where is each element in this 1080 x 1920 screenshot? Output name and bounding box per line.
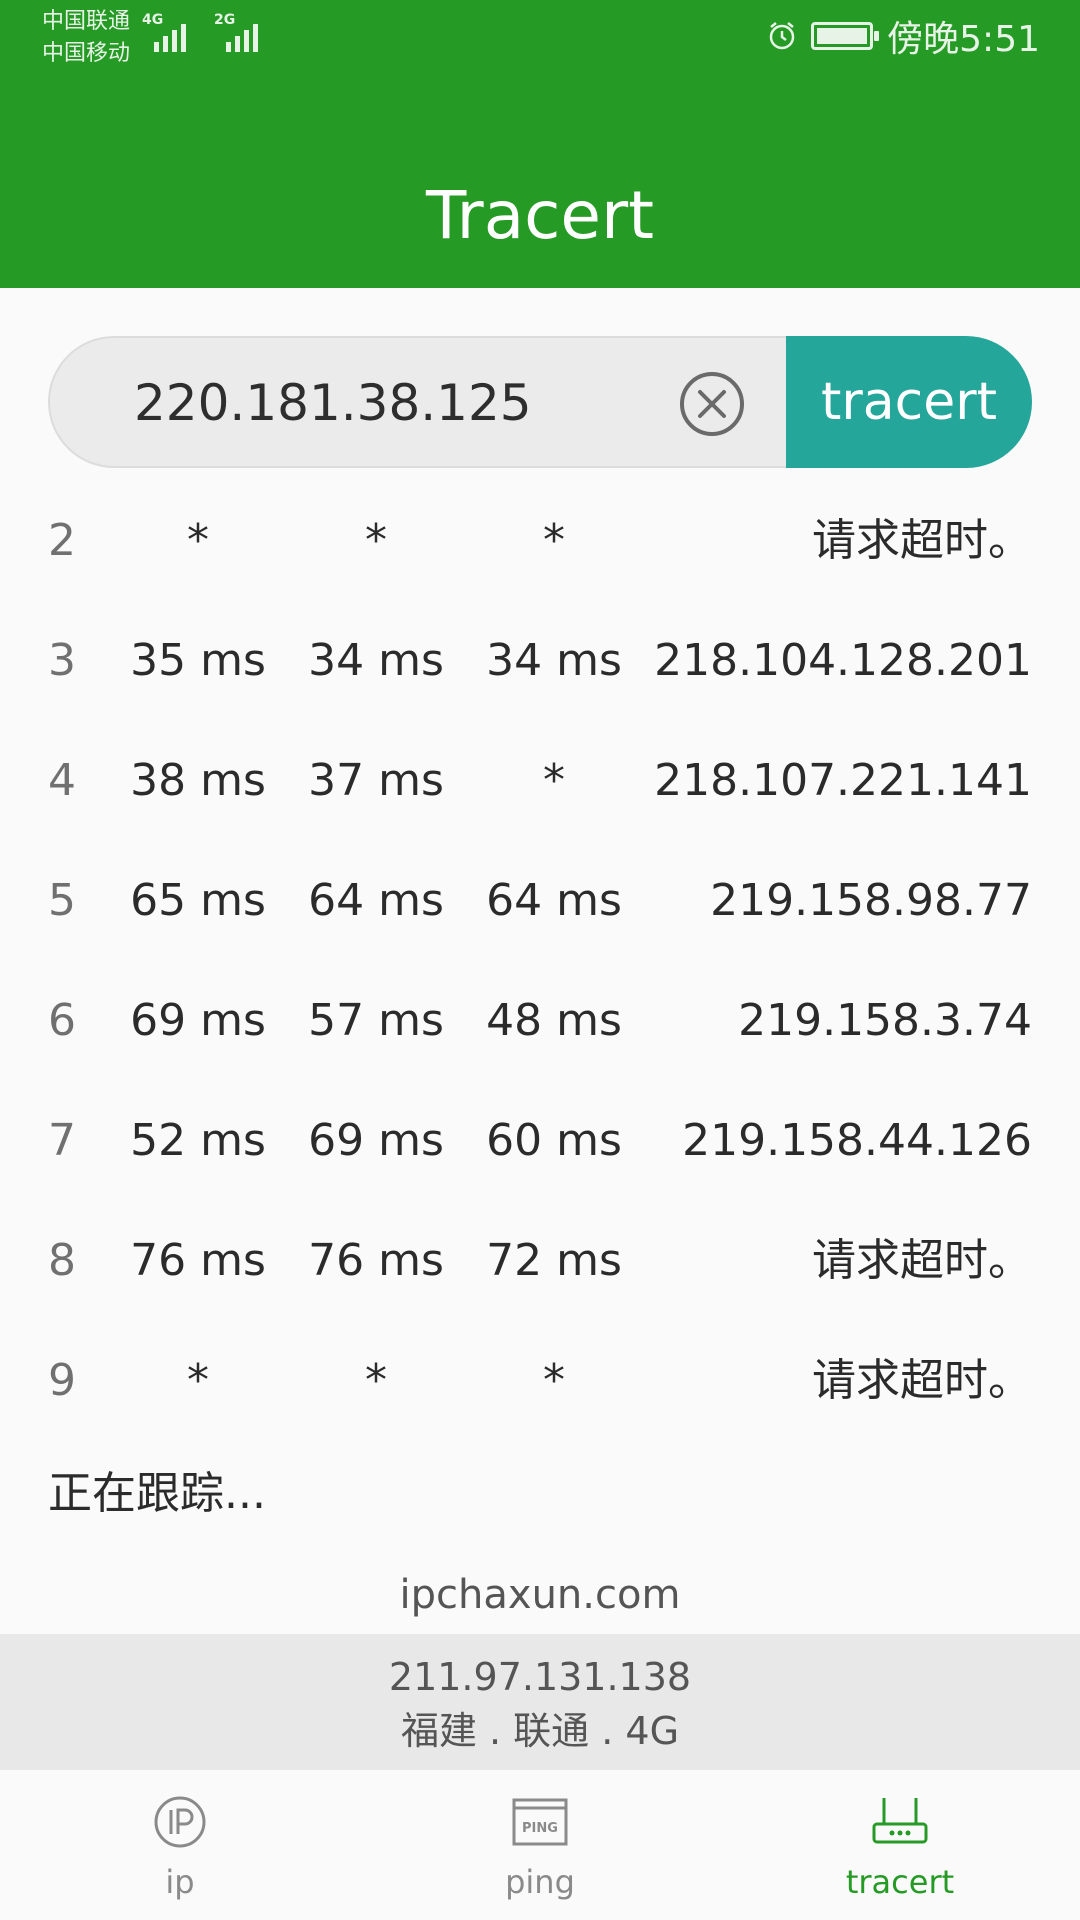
signal-icon: 4G	[142, 12, 202, 52]
result-row: 2 * * * 请求超时。	[0, 475, 1080, 595]
time-2: 57 ms	[308, 995, 444, 1046]
host-input-value: 220.181.38.125	[134, 374, 532, 432]
time-3: 72 ms	[486, 1235, 622, 1286]
nav-label-tracert: tracert	[845, 1863, 955, 1901]
result-row: 5 65 ms 64 ms 64 ms 219.158.98.77	[0, 835, 1080, 955]
time-1: 76 ms	[130, 1235, 266, 1286]
result-row: 9 * * * 请求超时。	[0, 1315, 1080, 1435]
time-1: 65 ms	[130, 875, 266, 926]
hop-address: 219.158.98.77	[710, 875, 1032, 926]
result-row: 3 35 ms 34 ms 34 ms 218.104.128.201	[0, 595, 1080, 715]
alarm-icon	[769, 22, 795, 50]
app-header: 中国联通 中国移动 4G 2G 傍晚5:51 Tracert	[0, 0, 1080, 288]
hop-number: 2	[48, 515, 76, 566]
time-1: *	[187, 515, 209, 566]
hop-number: 9	[48, 1355, 76, 1406]
client-info: 211.97.131.138 福建 . 联通 . 4G	[0, 1634, 1080, 1770]
ping-icon: PING	[512, 1798, 568, 1846]
client-location: 福建 . 联通 . 4G	[400, 1709, 680, 1753]
status-bar-right: 傍晚5:51	[767, 10, 1040, 62]
ip-icon	[154, 1796, 206, 1848]
signal-icon: 2G	[214, 12, 274, 52]
svg-text:PING: PING	[522, 1821, 558, 1836]
time-2: 64 ms	[308, 875, 444, 926]
hop-number: 8	[48, 1235, 76, 1286]
hop-number: 3	[48, 635, 76, 686]
hop-address: 请求超时。	[812, 1355, 1032, 1406]
carrier-1: 中国联通	[42, 9, 131, 34]
time-3: *	[543, 515, 565, 566]
result-row: 4 38 ms 37 ms * 218.107.221.141	[0, 715, 1080, 835]
time-1: *	[187, 1355, 209, 1406]
hop-address: 218.107.221.141	[654, 755, 1032, 806]
tracert-screen: 中国联通 中国移动 4G 2G 傍晚5:51 Tracert 220.181.3…	[0, 0, 1080, 1920]
time-3: 60 ms	[486, 1115, 622, 1166]
time-1: 69 ms	[130, 995, 266, 1046]
tracert-button[interactable]: tracert	[786, 336, 1032, 468]
page-title: Tracert	[425, 177, 655, 254]
status-bar-left: 中国联通 中国移动	[42, 6, 130, 70]
hop-address: 请求超时。	[812, 1235, 1032, 1286]
bottom-nav: ip PING ping tracert	[0, 1770, 1080, 1920]
time-1: 38 ms	[130, 755, 266, 806]
carrier-2: 中国移动	[42, 41, 131, 66]
search-bar: 220.181.38.125 tracert	[48, 336, 1032, 468]
hop-address: 219.158.3.74	[738, 995, 1032, 1046]
time-3: *	[543, 1355, 565, 1406]
clear-icon[interactable]	[678, 370, 746, 438]
site-link[interactable]: ipchaxun.com	[0, 1570, 1080, 1620]
nav-label-ip: ip	[165, 1863, 195, 1901]
nav-item-ip[interactable]: ip	[60, 1770, 300, 1920]
time-3: *	[543, 755, 565, 806]
tracking-status: 正在跟踪...	[48, 1468, 266, 1519]
signal-icons: 4G 2G	[142, 12, 274, 52]
hop-address: 请求超时。	[812, 515, 1032, 566]
time-1: 35 ms	[130, 635, 266, 686]
time-1: 52 ms	[130, 1115, 266, 1166]
nav-item-ping[interactable]: PING ping	[420, 1770, 660, 1920]
hop-address: 219.158.44.126	[682, 1115, 1032, 1166]
hop-number: 7	[48, 1115, 76, 1166]
clock: 傍晚5:51	[887, 19, 1040, 60]
nav-label-ping: ping	[505, 1863, 575, 1901]
result-row: 7 52 ms 69 ms 60 ms 219.158.44.126	[0, 1075, 1080, 1195]
time-3: 34 ms	[486, 635, 622, 686]
time-2: 37 ms	[308, 755, 444, 806]
result-row: 8 76 ms 76 ms 72 ms 请求超时。	[0, 1195, 1080, 1315]
time-2: *	[365, 515, 387, 566]
time-3: 64 ms	[486, 875, 622, 926]
nav-item-tracert[interactable]: tracert	[780, 1770, 1020, 1920]
host-input[interactable]: 220.181.38.125	[48, 336, 786, 468]
result-row: 6 69 ms 57 ms 48 ms 219.158.3.74	[0, 955, 1080, 1075]
battery-icon	[811, 22, 880, 50]
time-2: *	[365, 1355, 387, 1406]
router-icon	[872, 1798, 928, 1844]
hop-number: 6	[48, 995, 76, 1046]
time-2: 76 ms	[308, 1235, 444, 1286]
hop-address: 218.104.128.201	[654, 635, 1032, 686]
results-list: 2 * * * 请求超时。 3 35 ms 34 ms 34 ms 218.10…	[0, 475, 1080, 1435]
time-3: 48 ms	[486, 995, 622, 1046]
hop-number: 5	[48, 875, 76, 926]
hop-number: 4	[48, 755, 76, 806]
client-ip: 211.97.131.138	[388, 1655, 692, 1699]
time-2: 69 ms	[308, 1115, 444, 1166]
time-2: 34 ms	[308, 635, 444, 686]
